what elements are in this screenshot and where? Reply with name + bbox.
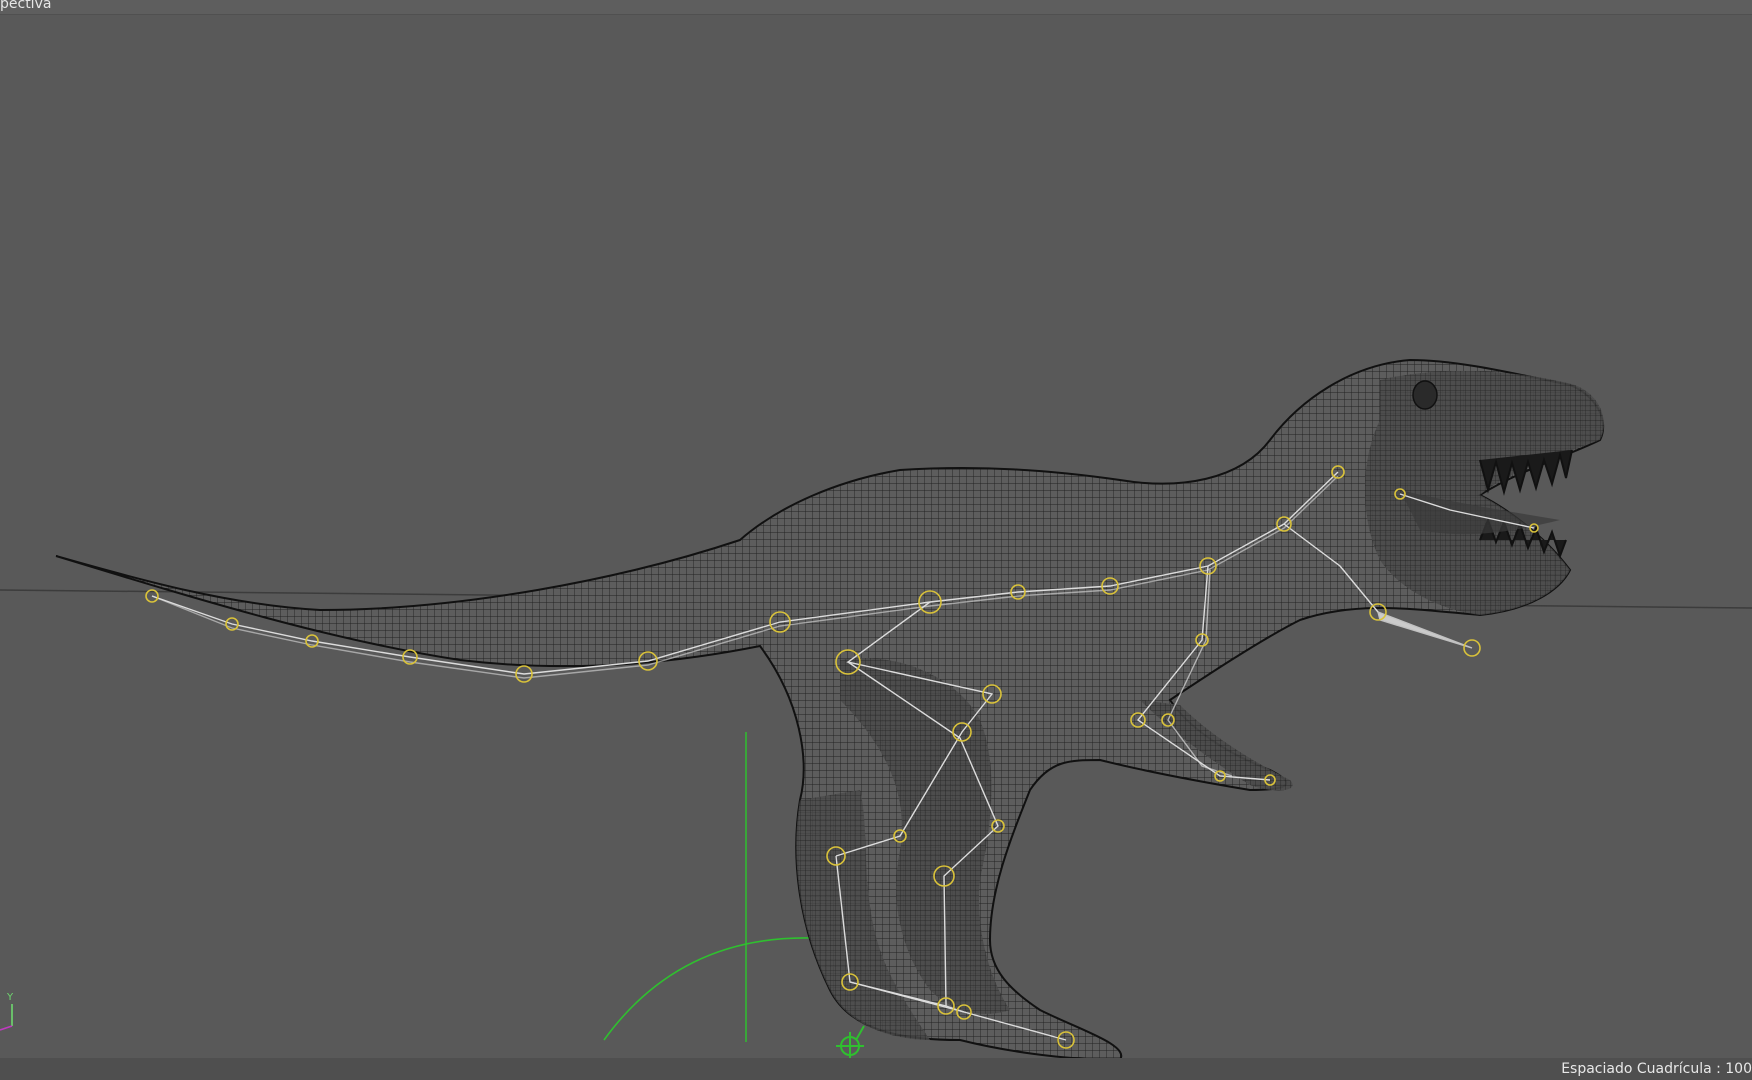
grid-spacing-label: Espaciado Cuadrícula : 100: [1561, 1061, 1752, 1077]
root-control-icon[interactable]: [836, 1025, 865, 1060]
world-grid-arc: [603, 937, 813, 1041]
trex-mesh[interactable]: [55, 358, 1605, 1062]
viewport-status-bar: [0, 1058, 1752, 1080]
3d-viewport[interactable]: pectiva Y Espaciado Cuadrícula: 100: [0, 0, 1752, 1080]
scene-canvas[interactable]: [0, 0, 1752, 1080]
axis-y-label: Y: [6, 992, 14, 1003]
trex-eye-socket: [1412, 380, 1438, 410]
axis-gizmo-icon: Y: [0, 990, 24, 1040]
jaw-bone: [1376, 610, 1473, 649]
